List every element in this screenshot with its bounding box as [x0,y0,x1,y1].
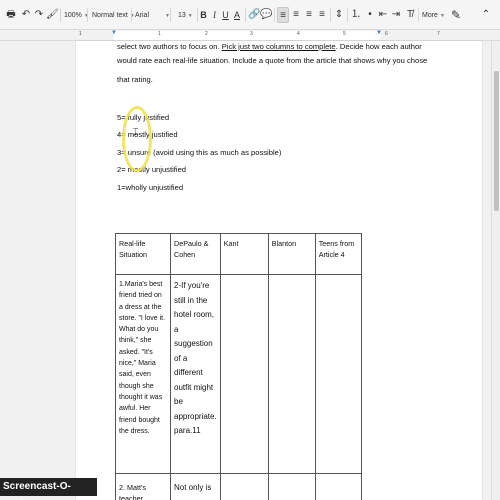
text-color-button[interactable]: A [232,7,242,23]
font-size-value: 13 [178,12,186,19]
more-button[interactable]: More ▼ [421,7,445,23]
increase-indent-icon[interactable]: ⇥ [390,7,402,23]
instruction-line: would rate each real-life situation. Inc… [117,56,428,65]
instruction-text: select two authors to focus on. [117,42,222,51]
table-cell[interactable]: Not only is [170,473,221,500]
scrollbar-thumb[interactable] [494,71,499,211]
rating-item: 1=wholly unjustified [117,183,184,192]
undo-icon[interactable]: ↶ [20,7,32,23]
comment-icon[interactable]: 💬 [260,7,272,23]
more-label: More [422,12,438,19]
ruler-number: 1 [158,31,161,37]
zoom-select[interactable]: 100%▼ [63,7,89,23]
separator [330,8,331,22]
justify-icon[interactable]: ≡ [316,7,328,23]
table-row: 2. Matt's teacher Not only is [115,473,362,500]
table-cell[interactable] [314,473,362,500]
style-select[interactable]: Normal text ▼ [91,7,135,23]
instruction-underlined: Pick just two columns to complete [221,42,336,51]
align-right-icon[interactable]: ≡ [303,7,315,23]
table-header-cell[interactable]: Real-life Situation [115,233,171,275]
table-cell[interactable]: 1.Maria's best friend tried on a dress a… [115,274,171,474]
collapse-icon[interactable]: ⌃ [480,7,492,23]
table-cell[interactable] [314,274,362,474]
numbered-list-icon[interactable]: ⒈ [350,7,362,23]
table-header-row: Real-life Situation DePaulo & Cohen Kant… [115,233,362,275]
separator [274,8,275,22]
bulleted-list-icon[interactable]: • [364,7,376,23]
right-indent-marker-icon[interactable]: ▼ [376,30,382,36]
table-header-cell[interactable]: Blanton [267,233,316,275]
font-size-select[interactable]: 13 ▼ [177,7,195,23]
zoom-value: 100% [64,12,82,19]
table-cell[interactable]: 2. Matt's teacher [115,473,171,500]
table-row: 1.Maria's best friend tried on a dress a… [115,274,362,474]
table-header-cell[interactable]: Kant [219,233,269,275]
table-cell[interactable] [219,473,269,500]
separator [347,8,348,22]
table-cell[interactable] [219,274,269,474]
paint-format-icon[interactable]: 🖌 [46,7,59,23]
ruler-number: 1 [79,31,82,37]
toolbar: 🖶 ↶ ↷ 🖌 100%▼ Normal text▼ Arial▼ 13▼ B … [0,0,500,30]
table-header-cell[interactable]: Teens from Article 4 [314,233,362,275]
instruction-line: that rating. [117,75,153,84]
scrollbar[interactable] [491,41,500,500]
ruler-number: 5 [343,31,346,37]
pen-icon[interactable]: ✎ [448,7,464,23]
separator [87,8,88,22]
clear-formatting-icon[interactable]: T̸ [404,7,416,23]
italic-button[interactable]: I [210,7,219,23]
chevron-down-icon: ▼ [439,13,445,19]
decrease-indent-icon[interactable]: ⇤ [377,7,389,23]
ruler-track [114,31,380,40]
separator [245,8,246,22]
separator [170,8,171,22]
ruler-number: 7 [437,31,440,37]
app-window: 🖶 ↶ ↷ 🖌 100%▼ Normal text▼ Arial▼ 13▼ B … [0,0,500,500]
separator [418,8,419,22]
style-value: Normal text [92,12,128,19]
print-icon[interactable]: 🖶 [5,7,17,23]
instruction-line: select two authors to focus on. Pick jus… [117,41,422,52]
font-value: Arial [135,12,150,19]
font-select[interactable]: Arial ▼ [134,7,170,23]
chevron-down-icon: ▼ [187,13,193,19]
table-cell[interactable]: 2-If you're still in the hotel room, a s… [170,274,221,474]
line-spacing-icon[interactable]: ⇕ [333,7,345,23]
separator [197,8,198,22]
align-left-icon[interactable]: ≡ [277,7,289,23]
ruler-number: 3 [250,31,253,37]
ruler-number: 2 [205,31,208,37]
mouse-cursor-icon: ⌶ [133,127,139,137]
ruler-number: 4 [297,31,300,37]
ruler[interactable]: 1 ▼ 1 2 3 4 5 ▼ 6 7 [0,30,500,41]
bold-button[interactable]: B [199,7,208,23]
align-center-icon[interactable]: ≡ [290,7,302,23]
underline-button[interactable]: U [221,7,230,23]
ratings-table: Real-life Situation DePaulo & Cohen Kant… [115,233,362,500]
link-icon[interactable]: 🔗 [248,7,260,23]
redo-icon[interactable]: ↷ [33,7,45,23]
indent-marker-icon[interactable]: ▼ [111,30,117,36]
table-cell[interactable] [267,473,316,500]
watermark-logo: Screencast-O-Matic.com [0,478,97,500]
ruler-number: 6 [385,31,388,37]
separator [60,8,61,22]
highlight-circle [122,106,152,172]
instruction-text: . Decide how each author [335,42,422,51]
table-cell[interactable] [267,274,316,474]
separator [131,8,132,22]
table-header-cell[interactable]: DePaulo & Cohen [170,233,221,275]
